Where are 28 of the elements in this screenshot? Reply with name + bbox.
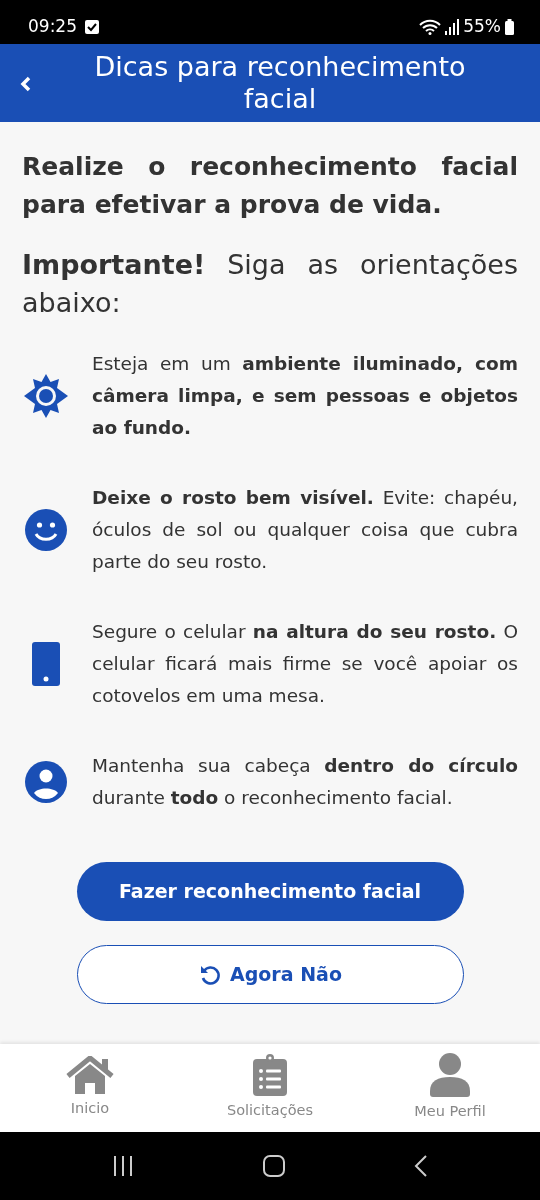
header-title: Dicas para reconhecimento facial [93, 51, 467, 115]
tip-text: Deixe o rosto bem visível. Evite: chapéu, óculos de sol ou qualquer coisa que cubra parte do seu rosto. [92, 486, 518, 574]
account-circle-icon [25, 761, 67, 803]
nav-tab[interactable]: Inicio [0, 1055, 180, 1121]
tip-text: Mantenha sua cabeça dentro do círculo durante todo o reconhecimento facial. [92, 754, 518, 810]
headline: Realize o reconhecimento facial para efetivar a prova de vida. [22, 151, 518, 221]
nav-tab[interactable]: Solicitações [180, 1053, 360, 1123]
tip-text: Segure o celular na altura do seu rosto. O celular ficará mais firme se você apoiar os cotovelos em uma mesa. [92, 620, 518, 708]
home-icon[interactable] [263, 1155, 285, 1177]
battery-icon [505, 18, 514, 35]
sun-icon [24, 374, 68, 418]
signal-icon [445, 18, 460, 35]
house-icon [65, 1056, 115, 1095]
clipboard-list-icon [253, 1054, 287, 1097]
recent-apps-icon[interactable] [112, 1155, 135, 1177]
nav-tab[interactable]: Meu Perfil [360, 1052, 540, 1124]
battery-percent: 55% [463, 15, 501, 38]
smiley-face-icon [25, 509, 67, 551]
back-icon[interactable] [413, 1155, 428, 1177]
checkbox-notification-icon [85, 19, 99, 34]
person-icon [430, 1053, 470, 1098]
tip-text: Esteja em um ambiente iluminado, com câmera limpa, e sem pessoas e objetos ao fundo. [92, 352, 518, 440]
status-time: 09:25 [28, 15, 77, 38]
face-recognition-button[interactable]: Fazer reconhecimento facial [76, 862, 464, 921]
wifi-icon [419, 18, 442, 35]
phone-icon [32, 642, 60, 686]
not-now-button[interactable]: Agora Não [76, 945, 464, 1004]
intro-text: Importante! Siga as orientações abaixo: [22, 248, 518, 320]
